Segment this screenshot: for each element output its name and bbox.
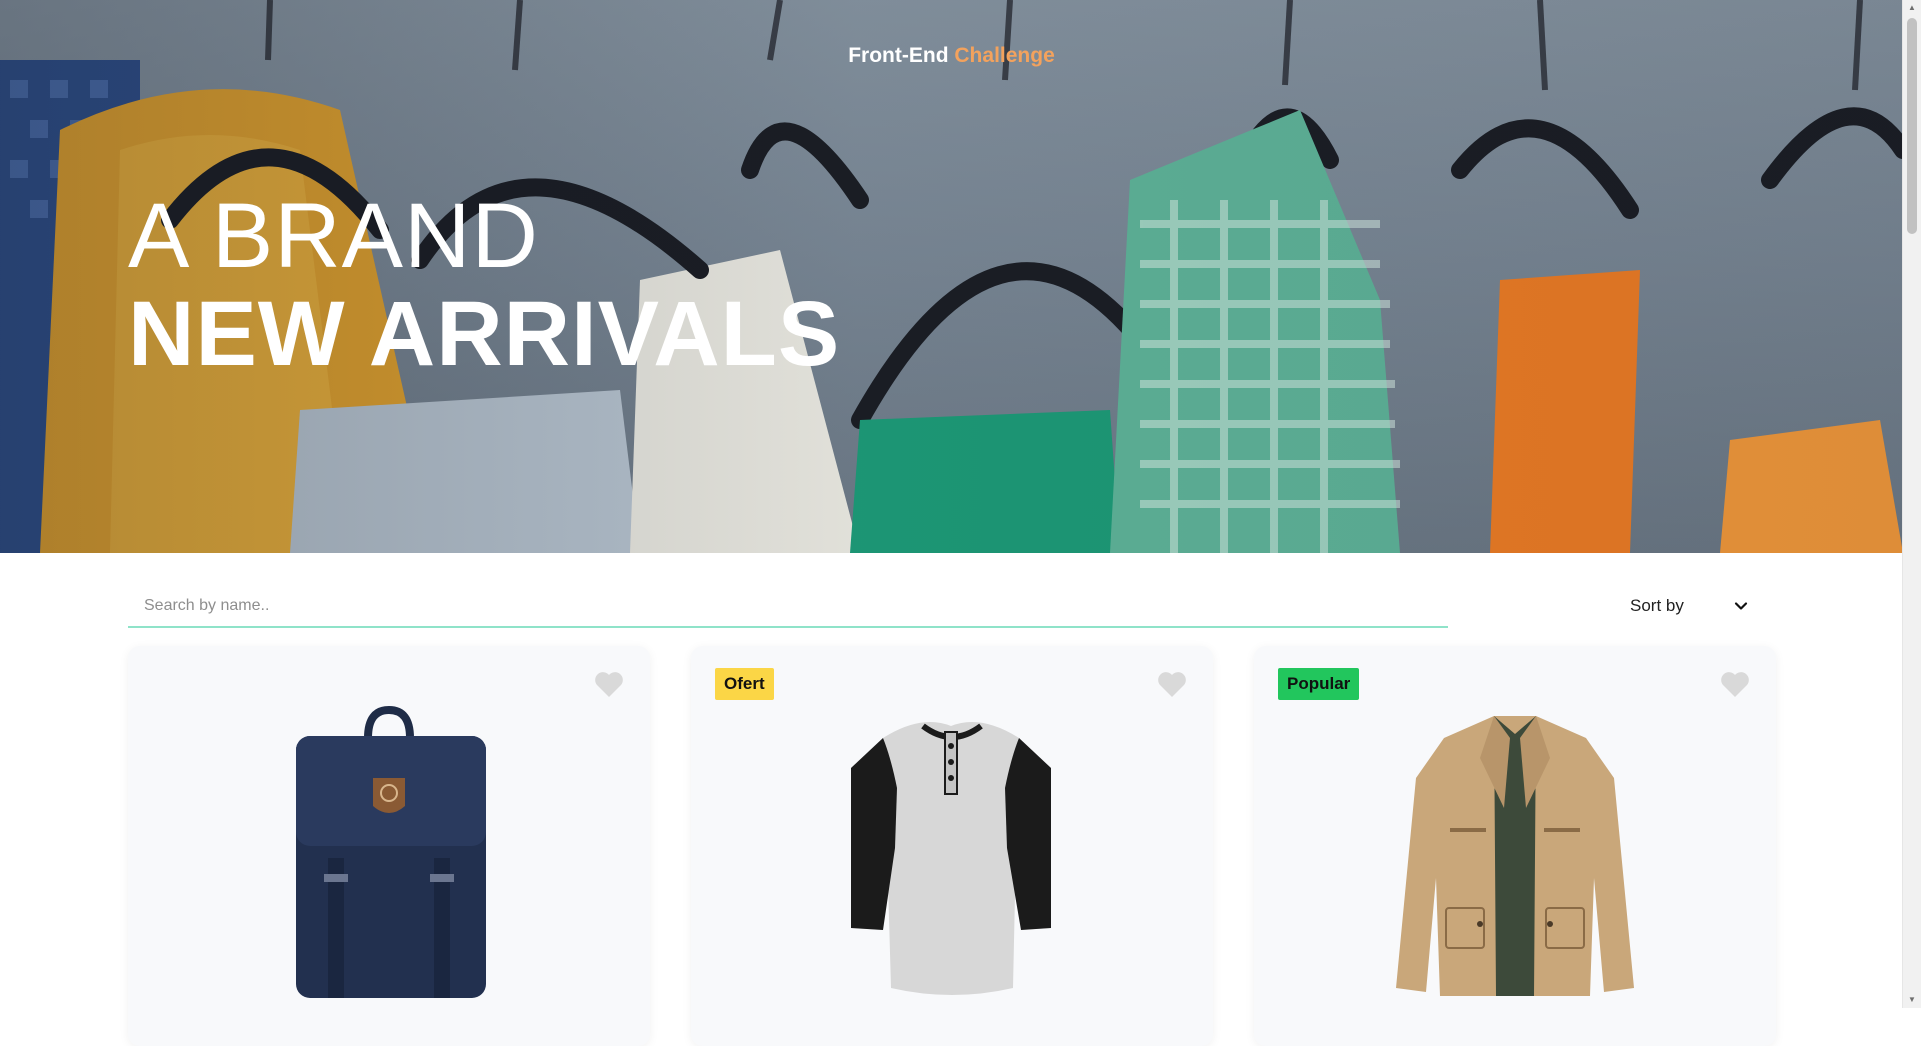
scroll-down-arrow-icon[interactable]: ▼ [1903,992,1921,1008]
product-card[interactable]: Popular [1254,646,1776,1046]
chevron-down-icon [1734,602,1748,610]
product-image-shirt [851,722,1051,995]
popular-badge: Popular [1278,668,1360,700]
hero-headline-line1: A BRAND [128,185,539,287]
product-image-jacket [1396,716,1634,996]
hero-headline-line2: NEW ARRIVALS [128,283,841,385]
sort-dropdown[interactable]: Sort by [1630,592,1748,620]
scrollbar-thumb[interactable] [1907,18,1917,234]
sort-label: Sort by [1630,596,1684,615]
brand-logo: Front-End Challenge [0,44,1903,68]
ofert-badge: Ofert [715,668,774,700]
heart-icon[interactable] [1157,670,1187,698]
brand-text: Front-End [848,44,949,67]
product-card[interactable]: Ofert [691,646,1213,1046]
heart-icon[interactable] [1720,670,1750,698]
heart-icon[interactable] [594,670,624,698]
search-field [128,588,1448,628]
brand-accent-text: Challenge [954,44,1055,67]
product-card[interactable] [128,646,650,1046]
hero-banner: Front-End Challenge A BRAND NEW ARRIVALS [0,0,1903,553]
product-image-backpack [296,705,486,998]
search-input[interactable] [128,588,1448,624]
page-scrollbar[interactable]: ▲ ▼ [1902,0,1921,1008]
scroll-up-arrow-icon[interactable]: ▲ [1903,0,1921,16]
